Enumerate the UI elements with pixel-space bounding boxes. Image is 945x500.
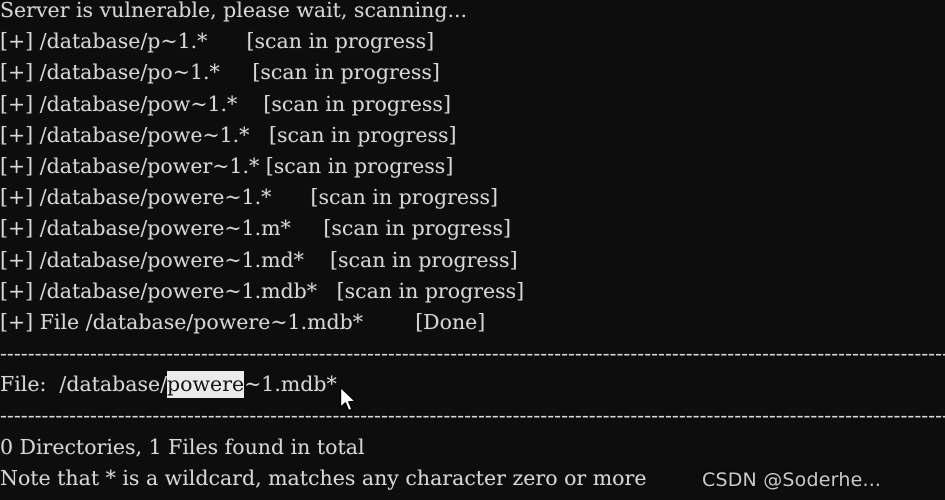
divider-bottom: ----------------------------------------… bbox=[0, 403, 945, 428]
scan-progress-line: [+] /database/po~1.* [scan in progress] bbox=[0, 60, 440, 85]
file-path-prefix: /database/ bbox=[59, 372, 168, 397]
scan-done-path: [+] File /database/powere~1.mdb* bbox=[0, 309, 364, 334]
scan-progress-line: [+] /database/power~1.* [scan in progres… bbox=[0, 153, 454, 178]
scan-done-line: [+] File /database/powere~1.mdb* [Done] bbox=[0, 307, 945, 338]
scan-progress-line: [+] /database/p~1.* [scan in progress] bbox=[0, 29, 435, 54]
file-selected-text[interactable]: powere bbox=[167, 371, 245, 399]
selected-file-line: File: /database/powere~1.mdb* bbox=[0, 369, 945, 400]
scan-header-line: Server is vulnerable, please wait, scann… bbox=[0, 0, 467, 22]
terminal-screen: Server is vulnerable, please wait, scann… bbox=[0, 0, 945, 494]
scan-done-status: [Done] bbox=[415, 309, 486, 334]
scan-progress-line: [+] /database/powere~1.mdb* [scan in pro… bbox=[0, 278, 525, 303]
scan-progress-line: [+] /database/powe~1.* [scan in progress… bbox=[0, 122, 457, 147]
file-label: File: bbox=[0, 372, 60, 397]
scan-progress-line: [+] /database/powere~1.* [scan in progre… bbox=[0, 185, 499, 210]
file-path-suffix: ~1.mdb* bbox=[244, 372, 337, 397]
scan-progress-line: [+] /database/powere~1.m* [scan in progr… bbox=[0, 216, 511, 241]
summary-count-line: 0 Directories, 1 Files found in total bbox=[0, 434, 365, 459]
wildcard-note-line: Note that * is a wildcard, matches any c… bbox=[0, 465, 647, 490]
scan-progress-line: [+] /database/pow~1.* [scan in progress] bbox=[0, 91, 451, 116]
divider-top: ----------------------------------------… bbox=[0, 341, 945, 366]
scan-progress-line: [+] /database/powere~1.md* [scan in prog… bbox=[0, 247, 518, 272]
terminal-window[interactable]: Server is vulnerable, please wait, scann… bbox=[0, 0, 945, 500]
scan-done-gap bbox=[363, 310, 415, 334]
